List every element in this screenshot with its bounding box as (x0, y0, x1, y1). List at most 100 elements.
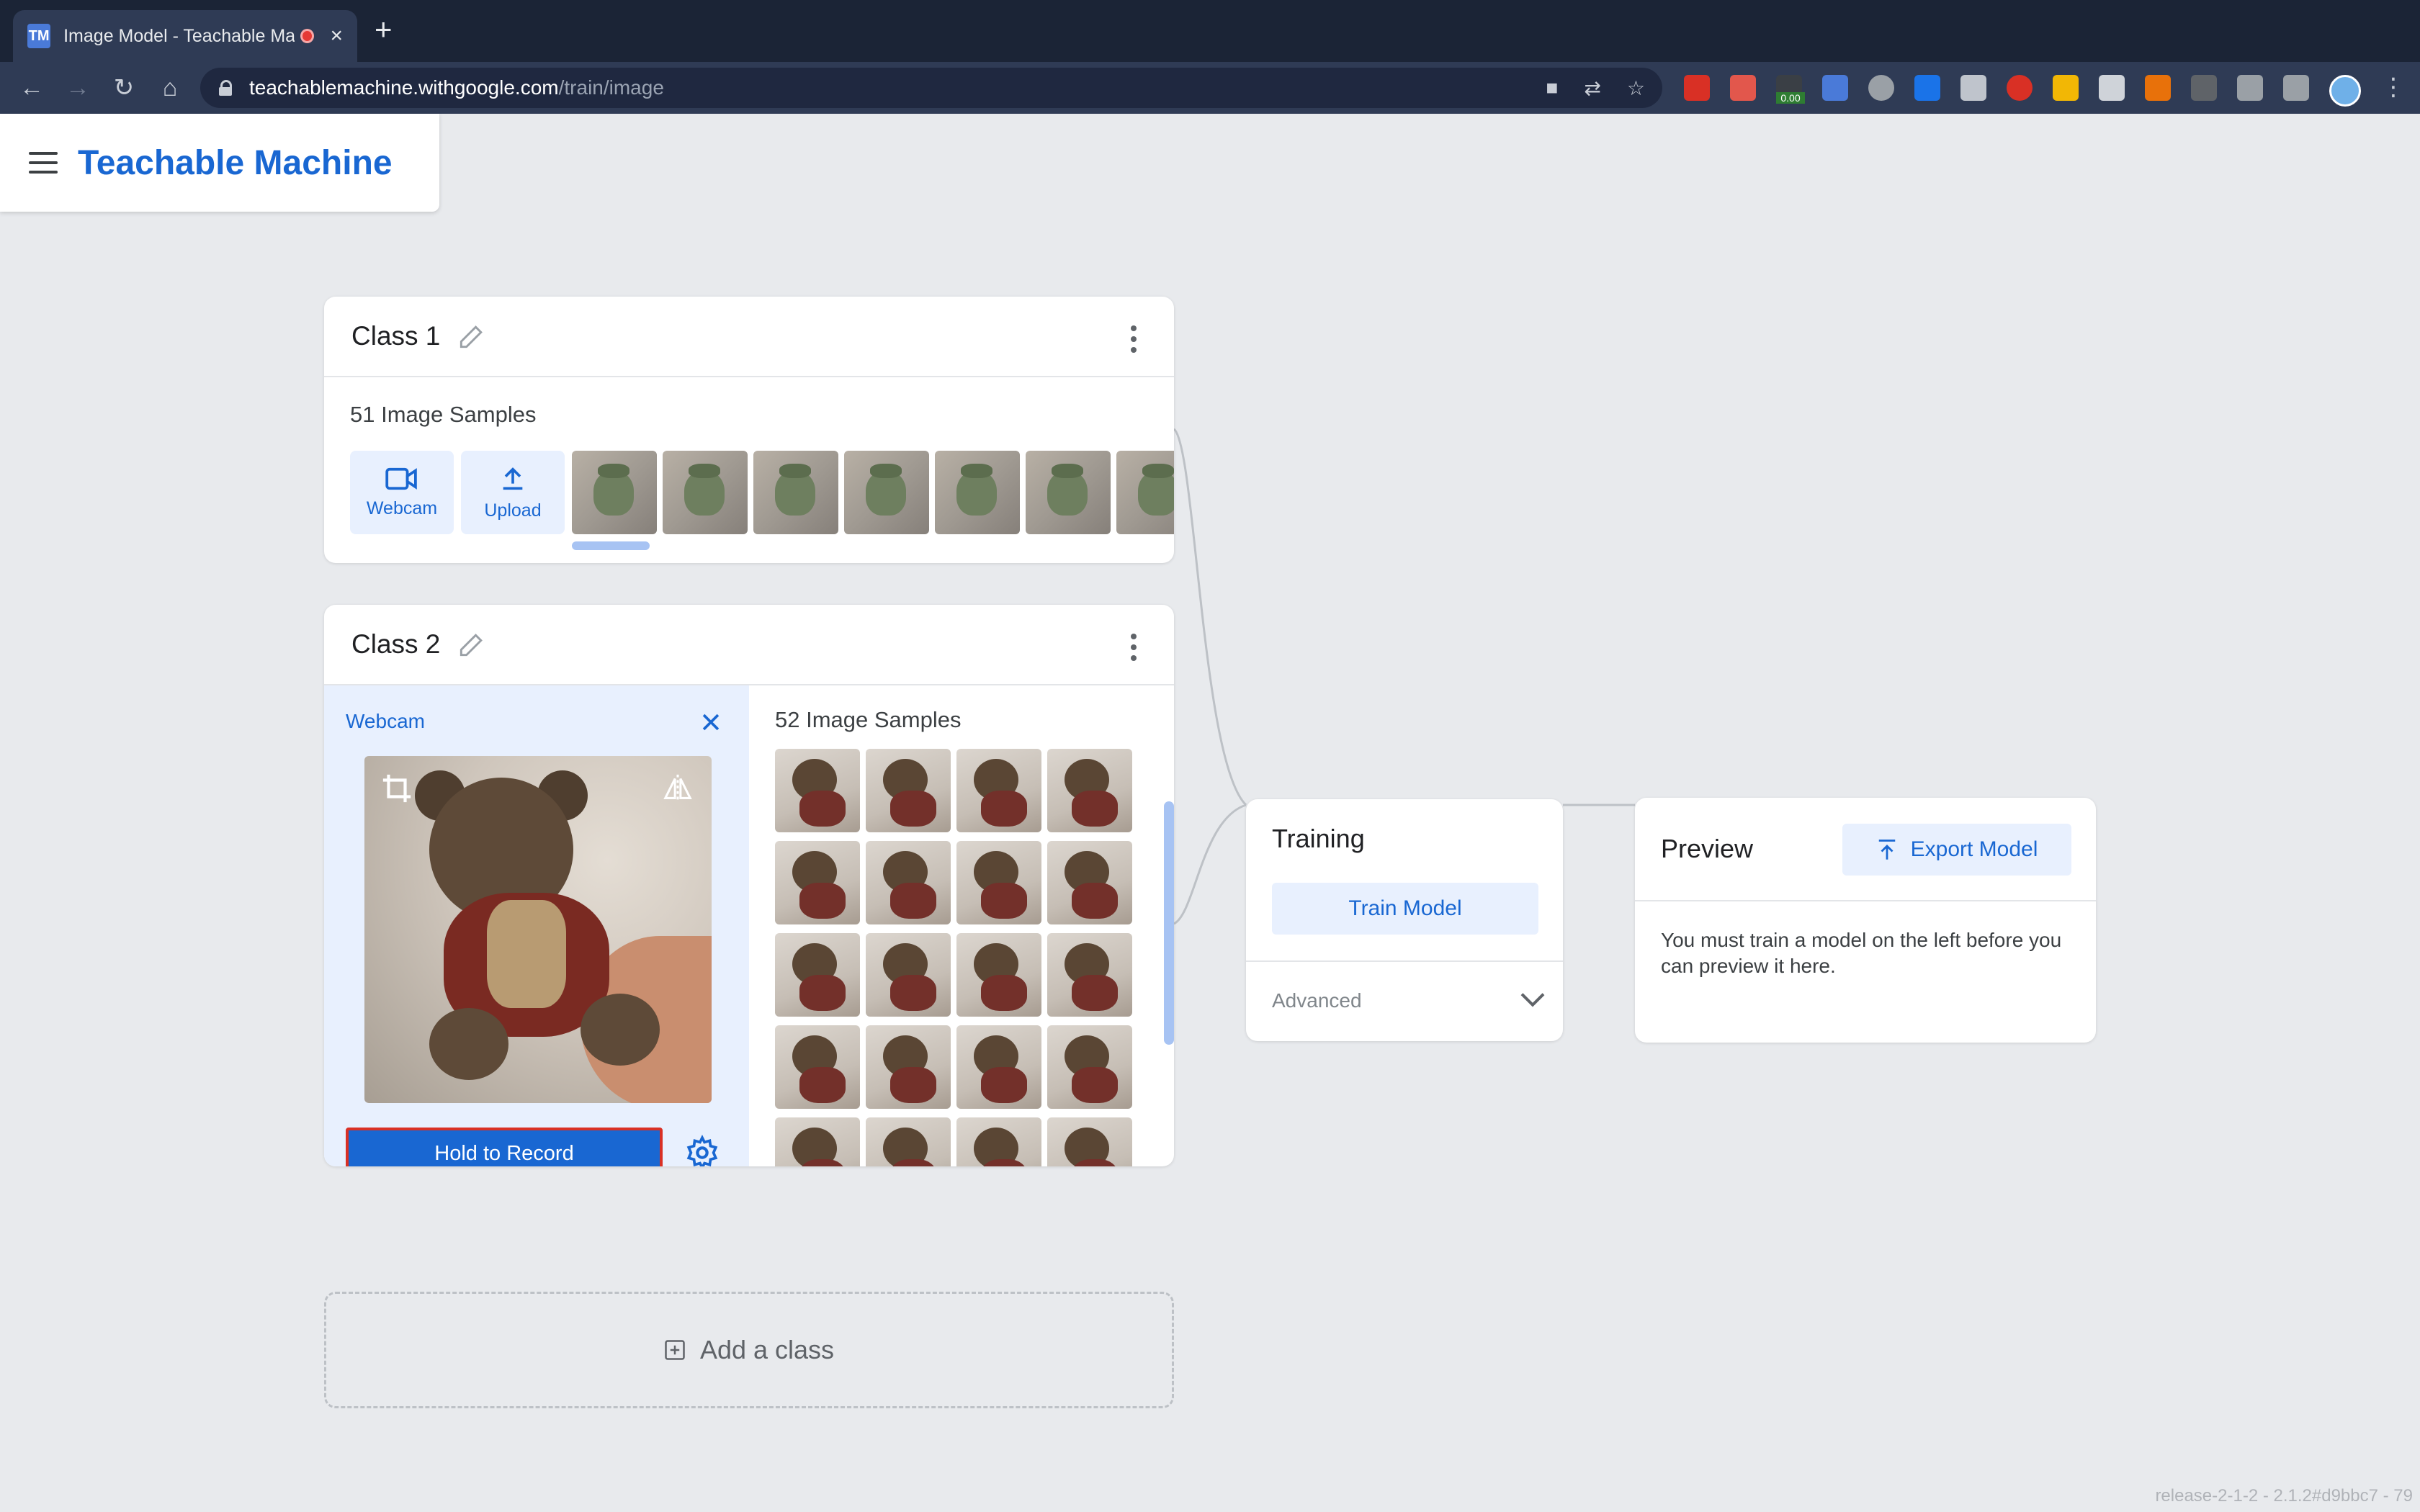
hold-to-record-button[interactable]: Hold to Record (346, 1128, 663, 1166)
class-1-sample-thumbnail[interactable] (1026, 451, 1111, 534)
profile-avatar[interactable] (2329, 75, 2361, 107)
calendar-extension-icon[interactable] (1914, 75, 1940, 101)
class-1-webcam-button[interactable]: Webcam (350, 451, 454, 534)
back-arrow-icon[interactable]: ← (9, 76, 55, 100)
divider (1635, 900, 2096, 901)
class-2-sample-thumbnail[interactable] (956, 841, 1041, 924)
export-model-label: Export Model (1910, 837, 2038, 861)
settings-gear-icon[interactable] (684, 1135, 720, 1166)
class-2-sample-thumbnail[interactable] (775, 749, 860, 832)
app-header: Teachable Machine (0, 114, 439, 212)
class-1-title[interactable]: Class 1 (351, 321, 440, 351)
class-2-header: Class 2 (324, 605, 1174, 685)
url-host: teachablemachine.withgoogle.com (249, 76, 559, 99)
class-2-sample-thumbnail[interactable] (866, 1025, 951, 1109)
class-2-more-icon[interactable] (1131, 634, 1137, 661)
class-1-horizontal-scrollbar[interactable] (572, 541, 650, 550)
window-extension-icon[interactable] (2099, 75, 2125, 101)
class-2-title[interactable]: Class 2 (351, 629, 440, 660)
gmail-extension-icon[interactable] (1684, 75, 1710, 101)
class-2-vertical-scrollbar[interactable] (1164, 801, 1174, 1045)
edit-pencil-icon[interactable] (456, 629, 488, 660)
class-2-sample-thumbnail[interactable] (866, 841, 951, 924)
close-icon[interactable] (699, 710, 723, 734)
address-bar[interactable]: teachablemachine.withgoogle.com/train/im… (200, 68, 1662, 108)
translate-icon[interactable]: ⇄ (1584, 76, 1600, 100)
recycle-extension-icon[interactable] (2191, 75, 2217, 101)
class-2-sample-thumbnail[interactable] (956, 1117, 1041, 1166)
app-brand[interactable]: Teachable Machine (78, 143, 393, 183)
class-1-sample-thumbnail[interactable] (753, 451, 838, 534)
url-path: /train/image (558, 76, 664, 99)
class-1-more-icon[interactable] (1131, 325, 1137, 353)
camera-in-use-icon[interactable]: ■ (1546, 76, 1559, 100)
red-extension-icon[interactable] (2007, 75, 2033, 101)
class-2-sample-thumbnail[interactable] (1047, 1117, 1132, 1166)
recording-indicator-icon (300, 29, 315, 43)
orange-extension-icon[interactable] (2145, 75, 2171, 101)
class-2-sample-thumbnail[interactable] (1047, 1025, 1132, 1109)
media-queue-icon[interactable] (2283, 75, 2309, 101)
crop-icon[interactable] (380, 772, 413, 805)
add-box-icon (665, 1340, 685, 1360)
class-1-sample-thumbnail[interactable] (1116, 451, 1174, 534)
webcam-capture-panel: Webcam Hold to Record (324, 685, 749, 1166)
class-1-sample-thumbnail[interactable] (844, 451, 929, 534)
browser-tab-active[interactable]: TM Image Model - Teachable Machine × (13, 10, 357, 62)
counter-extension-icon[interactable]: 0.00 (1776, 75, 1805, 104)
add-class-button[interactable]: Add a class (324, 1292, 1174, 1408)
train-model-button[interactable]: Train Model (1272, 883, 1538, 935)
class-1-samples-count: 51 Image Samples (350, 402, 537, 427)
divider (1246, 960, 1563, 962)
add-class-label: Add a class (699, 1335, 835, 1364)
forward-arrow-icon[interactable]: → (55, 76, 101, 100)
puzzle-extensions-icon[interactable] (2237, 75, 2263, 101)
class-1-sample-thumbnail[interactable] (572, 451, 657, 534)
new-tab-button[interactable]: + (375, 14, 393, 45)
class-2-sample-thumbnail[interactable] (866, 933, 951, 1017)
class-1-sample-thumbnail[interactable] (935, 451, 1020, 534)
class-2-sample-thumbnail[interactable] (956, 933, 1041, 1017)
class-2-sample-thumbnail[interactable] (956, 1025, 1041, 1109)
webcam-label: Webcam (366, 498, 438, 518)
bookmark-star-icon[interactable]: ☆ (1627, 76, 1645, 100)
gplus-extension-icon[interactable] (1730, 75, 1756, 101)
upload-label: Upload (484, 500, 542, 521)
circle-extension-icon[interactable] (1868, 75, 1894, 101)
flip-horizontal-icon[interactable] (661, 772, 694, 805)
home-icon[interactable]: ⌂ (147, 76, 193, 100)
class-2-sample-thumbnail[interactable] (775, 933, 860, 1017)
page-body: Teachable Machine Class 1 51 Image Sampl… (0, 114, 2420, 1512)
chrome-menu-icon[interactable]: ⋮ (2381, 75, 2406, 107)
training-card: Training Train Model Advanced (1246, 799, 1563, 1041)
training-title: Training (1272, 824, 1365, 853)
version-label: release-2-1-2 - 2.1.2#d9bbc7 - 79 (2155, 1486, 2413, 1506)
class-2-sample-thumbnail[interactable] (1047, 841, 1132, 924)
class-1-card: Class 1 51 Image Samples Webcam Upload (324, 297, 1174, 563)
v-extension-icon[interactable] (1960, 75, 1986, 101)
class-2-sample-thumbnail[interactable] (1047, 933, 1132, 1017)
class-2-sample-thumbnail[interactable] (775, 1117, 860, 1166)
browser-toolbar: ← → ↻ ⌂ teachablemachine.withgoogle.com /… (0, 62, 2420, 114)
hamburger-menu-icon[interactable] (29, 152, 58, 174)
browser-tab-strip: TM Image Model - Teachable Machine × + (0, 0, 2420, 62)
reload-icon[interactable]: ↻ (101, 76, 147, 100)
advanced-toggle-label[interactable]: Advanced (1272, 989, 1362, 1012)
tab-close-icon[interactable]: × (330, 25, 343, 47)
yellow-extension-icon[interactable] (2053, 75, 2079, 101)
extension-badge: 0.00 (1776, 92, 1805, 104)
class-1-upload-button[interactable]: Upload (461, 451, 565, 534)
translate-extension-icon[interactable] (1822, 75, 1848, 101)
class-2-sample-thumbnail[interactable] (775, 841, 860, 924)
class-2-card: Class 2 Webcam Hold to Record 52 Image S… (324, 605, 1174, 1166)
edit-pencil-icon[interactable] (456, 320, 488, 352)
chevron-down-icon[interactable] (1518, 988, 1547, 1012)
class-2-sample-thumbnail[interactable] (775, 1025, 860, 1109)
class-1-sample-thumbnail[interactable] (663, 451, 748, 534)
export-model-button[interactable]: Export Model (1842, 824, 2071, 876)
class-2-sample-thumbnail[interactable] (866, 1117, 951, 1166)
class-2-sample-thumbnail[interactable] (1047, 749, 1132, 832)
class-2-sample-thumbnail[interactable] (866, 749, 951, 832)
class-2-sample-thumbnail[interactable] (956, 749, 1041, 832)
preview-title: Preview (1661, 834, 1754, 863)
